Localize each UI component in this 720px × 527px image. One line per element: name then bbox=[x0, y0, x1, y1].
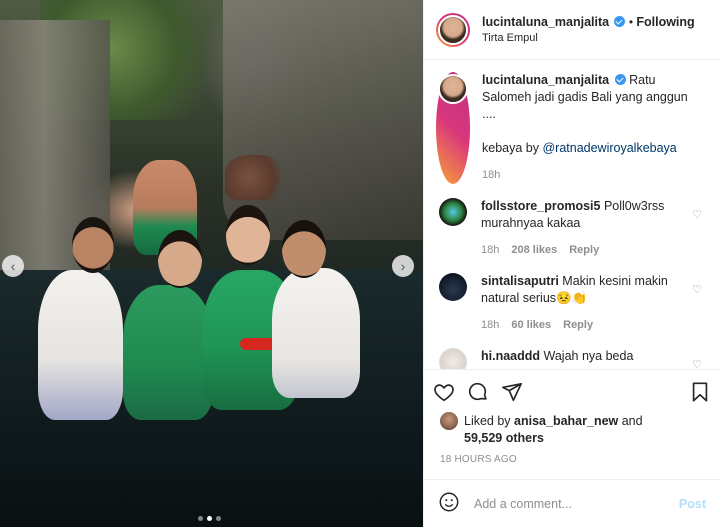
comment-time: 18h bbox=[481, 244, 500, 256]
carousel-dot bbox=[207, 516, 212, 521]
liked-prefix: Liked by bbox=[464, 414, 515, 428]
likes-text: Liked by anisa_bahar_new and 59,529 othe… bbox=[464, 413, 643, 447]
liked-and: and bbox=[618, 414, 643, 428]
comment-like-heart-icon[interactable]: ♡ bbox=[692, 358, 702, 369]
bookmark-icon[interactable] bbox=[688, 380, 712, 404]
carousel-dots bbox=[198, 516, 221, 521]
comment-avatar[interactable] bbox=[439, 198, 467, 226]
avatar[interactable] bbox=[436, 12, 470, 47]
comment-item: hi.naaddd Wajah nya beda ♡ bbox=[436, 348, 708, 369]
comment-meta: 18h 208 likes Reply bbox=[481, 242, 681, 259]
heart-icon[interactable] bbox=[432, 380, 456, 404]
avatar[interactable] bbox=[440, 412, 458, 430]
carousel-next-button[interactable]: › bbox=[392, 255, 414, 277]
comment-avatar[interactable] bbox=[439, 273, 467, 301]
carousel-dot bbox=[198, 516, 203, 521]
share-icon[interactable] bbox=[500, 380, 524, 404]
comment-input[interactable]: Add a comment... bbox=[474, 497, 679, 511]
post-header-text: lucintaluna_manjalita • Following Tirta … bbox=[482, 14, 695, 46]
caption-avatar[interactable] bbox=[436, 72, 470, 184]
post-sidebar: lucintaluna_manjalita • Following Tirta … bbox=[423, 0, 720, 527]
verified-icon bbox=[614, 15, 626, 27]
posted-time[interactable]: 18 HOURS AGO bbox=[424, 447, 720, 465]
photo-person-background-2 bbox=[225, 155, 285, 200]
comment-username[interactable]: hi.naaddd bbox=[481, 349, 540, 363]
following-button[interactable]: Following bbox=[636, 15, 694, 29]
caption-mention[interactable]: @ratnadewiroyalkebaya bbox=[542, 141, 676, 155]
photo-person-1 bbox=[38, 270, 123, 420]
comment-time: 18h bbox=[481, 319, 500, 331]
photo-person-4-head bbox=[282, 220, 326, 278]
comment-reply-button[interactable]: Reply bbox=[563, 317, 593, 334]
caption-credit: kebaya by bbox=[482, 141, 543, 155]
follow-separator: • bbox=[628, 14, 634, 29]
comment-reply-button[interactable]: Reply bbox=[569, 242, 599, 259]
comment-like-heart-icon[interactable]: ♡ bbox=[692, 283, 702, 296]
post-comment-button[interactable]: Post bbox=[679, 497, 706, 511]
photo-temple-right bbox=[223, 0, 423, 240]
carousel-prev-button[interactable]: ‹ bbox=[2, 255, 24, 277]
liked-user[interactable]: anisa_bahar_new bbox=[514, 414, 618, 428]
comment-body: sintalisaputri Makin kesini makin natura… bbox=[481, 273, 681, 334]
instagram-post-modal: ‹ › lucintaluna_manjalita • Following Ti… bbox=[0, 0, 720, 527]
comments-list[interactable]: lucintaluna_manjalita Ratu Salomeh jadi … bbox=[424, 60, 720, 369]
caption-body: lucintaluna_manjalita Ratu Salomeh jadi … bbox=[482, 72, 702, 184]
caption-time: 18h bbox=[482, 169, 501, 181]
add-comment-bar: Add a comment... Post bbox=[424, 479, 720, 527]
caption-username[interactable]: lucintaluna_manjalita bbox=[482, 73, 609, 87]
post-photo[interactable]: ‹ › bbox=[0, 0, 423, 527]
comment-body: hi.naaddd Wajah nya beda bbox=[481, 348, 681, 369]
comment-like-heart-icon[interactable]: ♡ bbox=[692, 208, 702, 221]
carousel-dot bbox=[216, 516, 221, 521]
comment-body: follsstore_promosi5 Poll0w3rss murahnyaa… bbox=[481, 198, 681, 259]
likes-summary: Liked by anisa_bahar_new and 59,529 othe… bbox=[424, 412, 720, 447]
comment-avatar[interactable] bbox=[439, 348, 467, 369]
comment-username[interactable]: sintalisaputri bbox=[481, 274, 559, 288]
comment-meta: 18h 60 likes Reply bbox=[481, 317, 681, 334]
chevron-left-icon: ‹ bbox=[10, 258, 16, 274]
comment-item: sintalisaputri Makin kesini makin natura… bbox=[436, 273, 708, 334]
post-actions bbox=[424, 369, 720, 413]
comment-likes[interactable]: 60 likes bbox=[511, 317, 551, 334]
post-header: lucintaluna_manjalita • Following Tirta … bbox=[424, 0, 720, 60]
photo-person-1-head bbox=[72, 217, 114, 273]
photo-person-2-head bbox=[158, 230, 202, 288]
emoji-icon[interactable] bbox=[438, 491, 460, 516]
chevron-right-icon: › bbox=[400, 258, 406, 274]
comment-text: Wajah nya beda bbox=[543, 349, 634, 363]
post-location[interactable]: Tirta Empul bbox=[482, 30, 695, 46]
photo-person-2 bbox=[123, 285, 213, 420]
verified-icon bbox=[614, 74, 626, 85]
post-caption: lucintaluna_manjalita Ratu Salomeh jadi … bbox=[436, 72, 708, 184]
liked-others[interactable]: 59,529 others bbox=[464, 431, 544, 445]
comment-username[interactable]: follsstore_promosi5 bbox=[481, 199, 600, 213]
comment-likes[interactable]: 208 likes bbox=[511, 242, 557, 259]
post-username[interactable]: lucintaluna_manjalita bbox=[482, 15, 609, 29]
photo-person-4 bbox=[272, 268, 360, 398]
photo-person-3-head bbox=[226, 205, 270, 265]
comment-item: follsstore_promosi5 Poll0w3rss murahnyaa… bbox=[436, 198, 708, 259]
comment-icon[interactable] bbox=[466, 380, 490, 404]
